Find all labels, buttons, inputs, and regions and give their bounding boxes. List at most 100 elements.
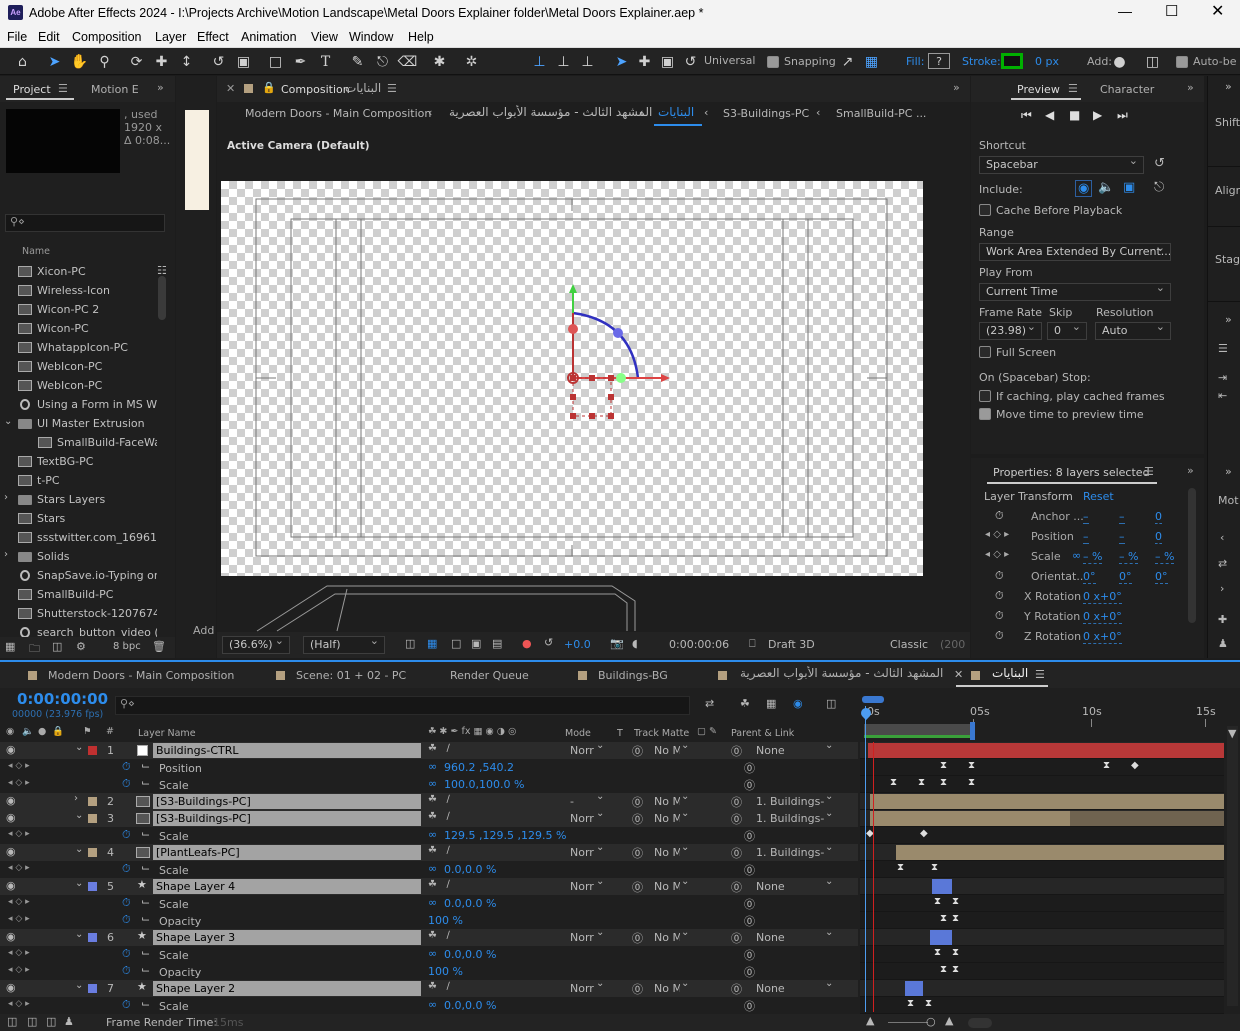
maximize-button[interactable]: ☐	[1165, 2, 1189, 20]
property-value[interactable]: 0.0,0.0 %	[428, 999, 496, 1012]
project-item[interactable]: WebIcon-PC	[0, 357, 158, 376]
project-item[interactable]: TextBG-PC	[0, 452, 158, 471]
solo-icon[interactable]: ●	[38, 726, 46, 737]
project-item[interactable]: Shutterstock-12076744	[0, 604, 158, 623]
zoom-tool-icon[interactable]: ⚲	[95, 52, 114, 71]
rectangle-tool-icon[interactable]: □	[266, 52, 285, 71]
shy-icon[interactable]: ☘	[740, 697, 750, 710]
transform-value[interactable]: –	[1083, 530, 1089, 544]
chevron-right-icon[interactable]: ›	[1220, 582, 1224, 595]
link-icon[interactable]: ∞	[1072, 549, 1081, 562]
breadcrumb-buildings[interactable]: البنايات	[658, 105, 694, 119]
exposure-value[interactable]: +0.0	[564, 638, 591, 651]
property-row[interactable]: ◂ ◇ ▸ ⏱ ⌙ Opacity 100 % ⓪	[0, 963, 858, 980]
align-panel-tab[interactable]: Align	[1215, 184, 1240, 197]
property-row[interactable]: ◂ ◇ ▸ ⏱ ⌙ Scale ∞ 129.5 ,129.5 ,129.5 % …	[0, 827, 858, 844]
menu-view[interactable]: View	[311, 30, 338, 44]
property-value[interactable]: 100 %	[428, 965, 463, 978]
switches-cluster[interactable]: ☘ ∕	[428, 811, 450, 822]
transform-value[interactable]: 0°	[1155, 570, 1168, 584]
reset-shortcut-icon[interactable]: ↺	[1154, 156, 1165, 171]
layer-name[interactable]: Shape Layer 2	[153, 981, 421, 996]
timeline-ruler[interactable]: 0s 05s 10s 15s	[860, 692, 1226, 742]
layer-duration-bar[interactable]	[932, 879, 952, 894]
comp-expand-icon[interactable]: »	[953, 81, 960, 94]
expression-pickwhip-icon[interactable]: ⓪	[744, 913, 755, 929]
side-strip-add[interactable]: Add	[193, 624, 214, 637]
layer-name[interactable]: [PlantLeafs-PC]	[153, 845, 421, 860]
preview-expand-icon[interactable]: »	[1187, 81, 1194, 94]
stopwatch-icon[interactable]: ⏱	[995, 629, 1004, 643]
tab-motion[interactable]: Motion E	[91, 83, 139, 96]
property-row[interactable]: ◂ ◇ ▸ ⏱ ⌙ Scale ∞ 0.0,0.0 % ⓪	[0, 997, 858, 1014]
play-from-dropdown[interactable]: Current Time	[979, 281, 1171, 301]
project-item[interactable]: SmallBuild-PC	[0, 585, 158, 604]
keyframe-nav-icon[interactable]: ◂ ◇ ▸	[8, 761, 30, 771]
property-value[interactable]: 129.5 ,129.5 ,129.5 %	[428, 829, 566, 842]
transform-value[interactable]: –	[1119, 510, 1125, 524]
clone-stamp-icon[interactable]: ⎋	[373, 52, 392, 71]
snapping-checkbox[interactable]	[767, 55, 779, 68]
close-button[interactable]: ✕	[1211, 1, 1235, 21]
layer-duration-bar[interactable]	[870, 794, 1224, 809]
matte-link-icon[interactable]: ⓪	[632, 930, 643, 946]
pickwhip-icon[interactable]: ⓪	[731, 879, 742, 895]
timeline-horizontal-scrollbar[interactable]	[968, 1018, 992, 1028]
label-color-swatch[interactable]	[88, 746, 97, 755]
transform-value[interactable]: –	[1083, 510, 1089, 524]
resolution-dropdown[interactable]: (Half)	[303, 634, 385, 654]
frame-blend-icon[interactable]: ▦	[766, 697, 776, 710]
pickwhip-icon[interactable]: ⓪	[731, 743, 742, 759]
breadcrumb-scene3[interactable]: المشهد الثالث - مؤسسة الأبواب العصرية	[449, 105, 652, 119]
pickwhip-icon[interactable]: ⓪	[731, 794, 742, 810]
transform-value[interactable]: 0 x+0°	[1083, 610, 1122, 624]
track-matte-dropdown[interactable]: No M	[654, 982, 680, 995]
chevron-down-icon[interactable]: ⌄	[4, 416, 12, 427]
property-row[interactable]: ◂ ◇ ▸ ⏱ ⌙ Scale ∞ 100.0,100.0 % ⓪	[0, 776, 858, 793]
anchor-tool-icon[interactable]: ▣	[234, 52, 253, 71]
scale-3d-icon[interactable]: ▣	[658, 52, 677, 71]
stopwatch-icon[interactable]: ⏱	[995, 509, 1004, 523]
layer-duration-bar[interactable]	[868, 743, 1224, 758]
property-value[interactable]: 100.0,100.0 %	[428, 778, 524, 791]
keyframe-icon[interactable]: ⧗	[931, 862, 938, 873]
menu-animation[interactable]: Animation	[241, 30, 297, 44]
renderer-label[interactable]: Draft 3D	[768, 638, 815, 651]
delete-icon[interactable]: 🗑	[152, 640, 166, 653]
pickwhip-icon[interactable]: ⓪	[731, 930, 742, 946]
keyframe-nav-icon[interactable]: ◂ ◇ ▸	[8, 778, 30, 788]
video-eye-icon[interactable]: ◉	[6, 726, 14, 737]
graph-icon[interactable]: ⌙	[141, 861, 150, 874]
project-item[interactable]: SnapSave.io-Typing on a	[0, 566, 158, 585]
comp-menu-icon[interactable]: ☰	[387, 82, 397, 95]
stopwatch-icon[interactable]: ⏱	[995, 569, 1004, 583]
reset-link[interactable]: Reset	[1083, 490, 1114, 503]
graph-icon[interactable]: ⌙	[141, 997, 150, 1010]
parent-dropdown[interactable]: None	[756, 931, 824, 944]
menu-effect[interactable]: Effect	[197, 30, 229, 44]
breadcrumb-smallbuild[interactable]: SmallBuild-PC ...	[836, 107, 926, 120]
export-icon[interactable]: ⎋	[1154, 180, 1164, 195]
hand-tool-icon[interactable]: ✋	[70, 52, 89, 71]
view-axis-icon[interactable]: ⊥	[578, 52, 597, 71]
property-row[interactable]: ◂ ◇ ▸ ⏱ ⌙ Scale ∞ 0.0,0.0 % ⓪	[0, 861, 858, 878]
blend-mode-dropdown[interactable]: Norr	[570, 744, 594, 757]
layer-row[interactable]: ◉ ⌄ 7 ★ Shape Layer 2 ☘ ∕ Norr ⌄ ⓪ No M ⌄ …	[0, 978, 858, 997]
keyframe-icon[interactable]: ◆	[920, 828, 928, 839]
auto-bezier-checkbox[interactable]	[1176, 55, 1188, 68]
stopwatch-icon[interactable]: ⏱	[995, 609, 1004, 623]
selection-tool-icon[interactable]: ➤	[45, 52, 64, 71]
layer-name[interactable]: Buildings-CTRL	[153, 743, 421, 758]
switches-cluster[interactable]: ☘ ∕	[428, 879, 450, 890]
matte-link-icon[interactable]: ⓪	[632, 743, 643, 759]
keyframe-nav-icon[interactable]: ◂ ◇ ▸	[8, 829, 30, 839]
toggle-stretch-icon[interactable]: ♟	[64, 1015, 74, 1028]
visibility-eye-icon[interactable]: ◉	[6, 879, 16, 892]
preview-menu-icon[interactable]: ☰	[1068, 82, 1078, 95]
fill-swatch[interactable]: ?	[928, 53, 950, 69]
indent-icon[interactable]: ⇥	[1218, 371, 1227, 384]
matte-link-icon[interactable]: ⓪	[632, 879, 643, 895]
graph-icon[interactable]: ⌙	[141, 963, 150, 976]
stopwatch-icon[interactable]: ⏱	[122, 998, 131, 1012]
graph-icon[interactable]: ⌙	[141, 776, 150, 789]
